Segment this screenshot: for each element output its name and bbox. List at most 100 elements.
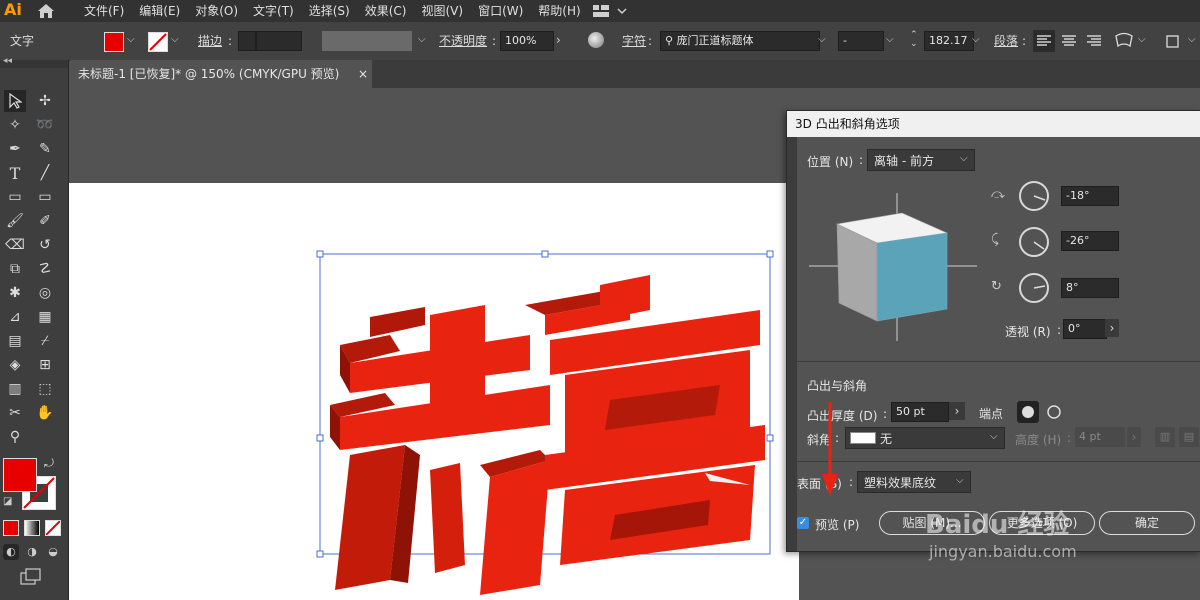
draw-inside-icon[interactable]: ◒ [45, 544, 61, 560]
opacity-arrow-icon[interactable]: › [556, 33, 561, 47]
envelope-warp-icon[interactable] [1114, 32, 1134, 50]
stroke-profile-preview[interactable] [322, 31, 412, 51]
menu-edit[interactable]: 编辑(E) [139, 0, 188, 22]
mesh-tool-icon[interactable]: ▦ [34, 306, 56, 328]
opacity-label[interactable]: 不透明度 [439, 22, 487, 60]
depth-field[interactable]: 50 pt [891, 402, 949, 422]
dialog-titlebar[interactable]: 3D 凸出和斜角选项 [787, 111, 1200, 137]
fill-swatch[interactable] [104, 32, 124, 52]
puppet-warp-tool-icon[interactable]: ✱ [4, 282, 26, 304]
screen-mode-icon[interactable] [20, 568, 42, 586]
menu-view[interactable]: 视图(V) [421, 0, 471, 22]
rotate-z-dial[interactable] [1019, 273, 1049, 303]
lasso-tool-icon[interactable]: ➿ [34, 114, 56, 136]
fill-chevron-icon[interactable]: ⌵ [127, 34, 135, 45]
menu-effect[interactable]: 效果(C) [365, 0, 415, 22]
stroke-chevron-icon[interactable]: ⌵ [171, 34, 179, 45]
gradient-mode-icon[interactable] [24, 520, 40, 536]
eraser-tool-icon[interactable]: ⌫ [4, 234, 26, 256]
toolbox-grip[interactable]: ◂◂ [0, 56, 68, 68]
transform-icon[interactable] [1164, 32, 1184, 50]
zoom-tool-icon[interactable]: ⚲ [4, 426, 26, 448]
height-arrow-icon[interactable]: › [1127, 427, 1141, 447]
selection-tool-icon[interactable] [4, 90, 26, 112]
draw-normal-icon[interactable]: ◐ [3, 544, 19, 560]
perspective-arrow-icon[interactable]: › [1105, 319, 1119, 337]
height-field[interactable]: 4 pt [1075, 427, 1125, 447]
perspective-field[interactable]: 0° [1063, 319, 1107, 339]
scale-tool-icon[interactable]: ⧉ [4, 258, 26, 280]
menu-window[interactable]: 窗口(W) [478, 0, 531, 22]
position-dropdown[interactable]: 离轴 - 前方 ⌵ [867, 149, 975, 171]
menu-file[interactable]: 文件(F) [84, 0, 132, 22]
blob-brush-tool-icon[interactable]: ✐ [34, 210, 56, 232]
stroke-weight-stepper[interactable] [238, 31, 256, 51]
align-left-icon[interactable] [1033, 30, 1055, 52]
recolor-icon[interactable] [588, 32, 604, 48]
preview-checkbox[interactable]: ✓ [797, 517, 809, 529]
depth-arrow-icon[interactable]: › [949, 402, 965, 420]
type-tool-icon[interactable]: T [4, 162, 26, 184]
font-size-chevron-icon[interactable]: ⌵ [972, 34, 980, 45]
artwork-3d-text[interactable] [310, 245, 780, 600]
menu-type[interactable]: 文字(T) [253, 0, 302, 22]
eyedropper-tool-icon[interactable]: ⌿ [34, 330, 56, 352]
rotate-x-field[interactable]: -18° [1061, 186, 1119, 206]
pen-tool-icon[interactable]: ✒ [4, 138, 26, 160]
font-family-chevron-icon[interactable]: ⌵ [818, 34, 826, 45]
perspective-grid-tool-icon[interactable]: ⊿ [4, 306, 26, 328]
font-size-field[interactable]: 182.17 [924, 31, 974, 51]
magic-wand-tool-icon[interactable]: ✧ [4, 114, 26, 136]
bevel-in-icon[interactable]: ▤ [1179, 427, 1199, 447]
profile-chevron-icon[interactable]: ⌵ [418, 34, 426, 45]
slice-tool-icon[interactable]: ✂ [4, 402, 26, 424]
rotate-x-dial[interactable] [1019, 181, 1049, 211]
default-colors-icon[interactable]: ◪ [3, 496, 12, 507]
color-mode-icon[interactable] [3, 520, 19, 536]
char-label[interactable]: 字符 [622, 22, 646, 60]
rotate-y-field[interactable]: -26° [1061, 231, 1119, 251]
column-graph-tool-icon[interactable]: ▥ [4, 378, 26, 400]
stroke-label[interactable]: 描边 [198, 22, 222, 60]
workspace-layout-icon[interactable] [592, 3, 628, 19]
bevel-dropdown[interactable]: 无 ⌵ [845, 427, 1005, 449]
rotate-z-field[interactable]: 8° [1061, 278, 1119, 298]
menu-select[interactable]: 选择(S) [309, 0, 358, 22]
shape-builder-tool-icon[interactable]: ◎ [34, 282, 56, 304]
bevel-out-icon[interactable]: ▥ [1155, 427, 1175, 447]
rotation-cube[interactable] [807, 191, 982, 341]
hand-tool-icon[interactable]: ✋ [34, 402, 56, 424]
menu-help[interactable]: 帮助(H) [538, 0, 588, 22]
font-size-stepper-icon[interactable]: ⌃ ⌄ [910, 31, 918, 49]
gradient-tool-icon[interactable]: ▤ [4, 330, 26, 352]
align-center-icon[interactable] [1058, 30, 1080, 52]
font-family-field[interactable]: ⚲ 庞门正道标题体 [660, 31, 820, 51]
menu-object[interactable]: 对象(O) [195, 0, 246, 22]
warp-chevron-icon[interactable]: ⌵ [1138, 34, 1146, 45]
rectangle-tool-icon[interactable]: ▭ [34, 186, 56, 208]
fill-color-swatch[interactable] [3, 458, 37, 492]
transform-chevron-icon[interactable]: ⌵ [1188, 34, 1196, 45]
rounded-rect-tool-icon[interactable]: ▭ [4, 186, 26, 208]
curvature-tool-icon[interactable]: ✎ [34, 138, 56, 160]
font-style-chevron-icon[interactable]: ⌵ [886, 34, 894, 45]
surface-dropdown[interactable]: 塑料效果底纹 ⌵ [857, 471, 971, 493]
para-label[interactable]: 段落 [994, 22, 1018, 60]
paintbrush-tool-icon[interactable]: 🖌 [4, 210, 26, 232]
stroke-weight-field[interactable] [256, 31, 302, 51]
swap-fill-stroke-icon[interactable]: ⤾ [44, 456, 54, 471]
rotate-y-dial[interactable] [1019, 227, 1049, 257]
none-mode-icon[interactable] [45, 520, 61, 536]
font-style-field[interactable]: - [838, 31, 884, 51]
blend-tool-icon[interactable]: ◈ [4, 354, 26, 376]
symbol-sprayer-tool-icon[interactable]: ⊞ [34, 354, 56, 376]
cap-off-icon[interactable] [1043, 401, 1065, 423]
close-icon[interactable]: × [358, 60, 368, 88]
home-icon[interactable] [36, 2, 56, 20]
line-tool-icon[interactable]: ╱ [34, 162, 56, 184]
document-tab[interactable]: 未标题-1 [已恢复]* @ 150% (CMYK/GPU 预览) × [70, 60, 372, 88]
stroke-swatch[interactable] [148, 32, 168, 52]
opacity-field[interactable]: 100% [500, 31, 554, 51]
cap-on-icon[interactable] [1017, 401, 1039, 423]
draw-behind-icon[interactable]: ◑ [24, 544, 40, 560]
